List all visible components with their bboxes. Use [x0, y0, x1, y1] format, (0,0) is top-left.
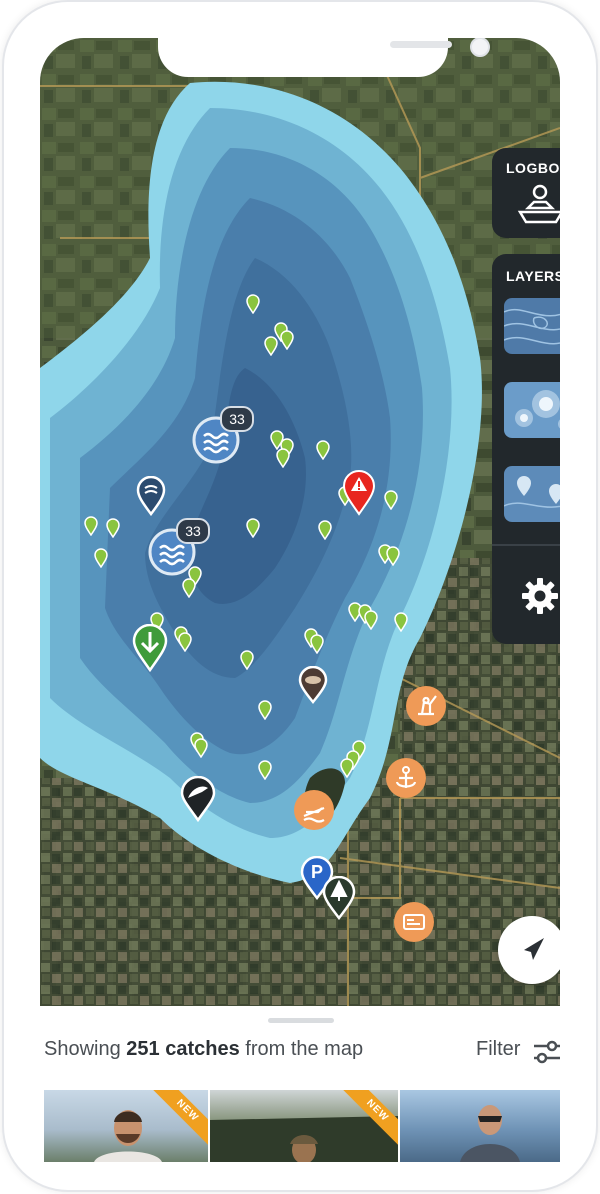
boat-ramp-poi[interactable]	[294, 790, 334, 830]
fisherman-icon	[418, 695, 437, 716]
heatmap-layer-toggle[interactable]	[504, 382, 560, 438]
catch-pin[interactable]	[258, 760, 272, 780]
gear-icon[interactable]	[520, 576, 560, 616]
catch-pin[interactable]	[194, 738, 208, 758]
contour-lines-icon	[504, 308, 560, 345]
sliders-icon[interactable]	[534, 1040, 560, 1064]
catch-pin[interactable]	[178, 632, 192, 652]
filter-button[interactable]: Filter	[476, 1038, 520, 1061]
catch-pin[interactable]	[246, 518, 260, 538]
catch-pin[interactable]	[264, 336, 278, 356]
speaker-grille	[390, 41, 452, 48]
boat-icon	[517, 184, 560, 224]
catch-pin[interactable]	[246, 294, 260, 314]
navigation-arrow-icon	[524, 938, 544, 960]
cluster-count: 33	[220, 406, 254, 432]
boat-ramp-icon	[303, 806, 325, 823]
anchor-icon	[395, 766, 417, 788]
download-spot-marker[interactable]	[132, 624, 168, 672]
fishing-spot-poi[interactable]	[406, 686, 446, 726]
summary-suffix: from the map	[239, 1038, 364, 1060]
locate-me-button[interactable]	[498, 916, 560, 984]
catch-pin[interactable]	[106, 518, 120, 538]
catch-count: 251 catches	[126, 1038, 240, 1060]
angler-photo	[460, 1105, 520, 1162]
catch-cluster[interactable]: 33	[192, 406, 254, 469]
catch-pin[interactable]	[386, 546, 400, 566]
catch-pin[interactable]	[182, 578, 196, 598]
front-camera	[470, 38, 490, 57]
catch-pin[interactable]	[258, 700, 272, 720]
map-pins-icon	[504, 476, 560, 508]
phone-frame: 33 33 P LOGBO LAYERS Showing 251 catches…	[4, 2, 596, 1190]
map-view[interactable]: 33 33 P LOGBO LAYERS	[40, 38, 560, 1006]
catch-photo[interactable]	[400, 1090, 560, 1162]
catch-pin[interactable]	[240, 650, 254, 670]
logbook-title: LOGBOOK	[506, 160, 560, 176]
catch-cluster[interactable]: 33	[148, 518, 210, 581]
pins-layer-toggle[interactable]	[504, 466, 560, 522]
license-poi[interactable]	[394, 902, 434, 942]
fish-species-marker[interactable]	[298, 666, 328, 704]
catches-sheet[interactable]: Showing 251 catches from the map Filter …	[40, 1006, 560, 1162]
catch-pin[interactable]	[280, 330, 294, 350]
catches-summary: Showing 251 catches from the map	[44, 1038, 363, 1061]
hotspot-icon	[515, 390, 560, 429]
catch-photo[interactable]: NEW	[44, 1090, 208, 1162]
catch-pin[interactable]	[364, 610, 378, 630]
contour-layer-toggle[interactable]	[504, 298, 560, 354]
fish-spot-marker[interactable]	[136, 476, 166, 516]
layers-panel: LAYERS	[492, 254, 560, 644]
fish-jump-marker[interactable]	[180, 776, 216, 822]
cluster-count: 33	[176, 518, 210, 544]
catch-photo[interactable]: NEW	[210, 1090, 398, 1162]
marina-poi[interactable]	[386, 758, 426, 798]
catch-pin[interactable]	[84, 516, 98, 536]
campground-marker[interactable]	[322, 876, 356, 920]
catch-pin[interactable]	[384, 490, 398, 510]
summary-prefix: Showing	[44, 1038, 127, 1060]
catch-pin[interactable]	[340, 758, 354, 778]
catch-pin[interactable]	[310, 634, 324, 654]
catch-photo-strip: NEW NEW	[44, 1090, 560, 1162]
catch-pin[interactable]	[318, 520, 332, 540]
device-notch	[158, 38, 490, 77]
sheet-drag-handle[interactable]	[268, 1018, 334, 1023]
catch-pin[interactable]	[394, 612, 408, 632]
catch-pin[interactable]	[276, 448, 290, 468]
app-screen: 33 33 P LOGBO LAYERS Showing 251 catches…	[40, 38, 560, 1162]
license-card-icon	[403, 914, 425, 930]
panel-divider	[492, 544, 560, 546]
catch-pin[interactable]	[316, 440, 330, 460]
layers-title: LAYERS	[506, 268, 560, 284]
logbook-panel[interactable]: LOGBOOK	[492, 148, 560, 238]
catch-pin[interactable]	[94, 548, 108, 568]
warning-marker[interactable]	[342, 470, 376, 516]
